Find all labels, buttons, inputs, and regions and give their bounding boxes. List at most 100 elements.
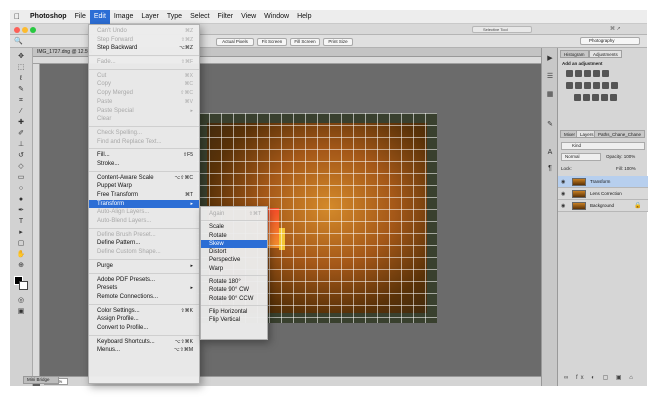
close-icon[interactable] — [14, 26, 20, 33]
menu-item-content-aware-scale[interactable]: Content-Aware Scale ⌥⇧⌘C — [89, 174, 199, 183]
blur-tool-icon[interactable]: ○ — [11, 184, 31, 193]
menu-item-color-settings[interactable]: Color Settings... ⇧⌘K — [89, 307, 199, 316]
quick-mask-icon[interactable]: ◎ — [11, 296, 31, 305]
menu-item-stroke[interactable]: Stroke... — [89, 160, 199, 169]
menu-item-scale[interactable]: Scale — [201, 223, 267, 231]
tab-adjustments[interactable]: Adjustments — [589, 50, 622, 58]
menu-item-rotate-90-cw[interactable]: Rotate 90° CW — [201, 286, 267, 294]
menu-item-puppet-warp[interactable]: Puppet Warp — [89, 182, 199, 191]
zoom-tool-icon[interactable]: 🔍 — [14, 37, 23, 45]
menu-item-flip-horizontal[interactable]: Flip Horizontal — [201, 308, 267, 316]
channel-mixer-icon[interactable] — [602, 82, 609, 89]
menu-item-fill[interactable]: Fill... ⇧F5 — [89, 151, 199, 160]
actual-pixels-button[interactable]: Actual Pixels — [216, 37, 254, 46]
exposure-icon[interactable] — [593, 70, 600, 77]
menu-item-rotate-180[interactable]: Rotate 180° — [201, 278, 267, 286]
layer-kind-filter[interactable]: Kind — [561, 142, 645, 150]
eyedropper-tool-icon[interactable]: ⁄ — [11, 107, 31, 116]
shape-tool-icon[interactable]: ▢ — [11, 239, 31, 248]
menu-select[interactable]: Select — [186, 10, 213, 24]
menu-item-skew[interactable]: Skew — [201, 239, 267, 249]
print-size-button[interactable]: Print Size — [323, 37, 353, 46]
layer-row[interactable]: ◉ Transform — [558, 176, 648, 188]
tab-paths[interactable]: Paths_Chane_Chane — [594, 130, 646, 138]
posterize-icon[interactable] — [583, 94, 590, 101]
menu-item-perspective[interactable]: Perspective — [201, 256, 267, 264]
menu-item-adobe-pdf-presets[interactable]: Adobe PDF Presets... — [89, 276, 199, 285]
workspace-select[interactable]: Photography — [580, 37, 640, 45]
menu-item-presets[interactable]: Presets ▸ — [89, 284, 199, 293]
menu-item-transform[interactable]: Transform ▸ — [89, 199, 199, 209]
history-brush-tool-icon[interactable]: ↺ — [11, 151, 31, 160]
path-select-tool-icon[interactable]: ▸ — [11, 228, 31, 237]
brush-tool-icon[interactable]: ✐ — [11, 129, 31, 138]
pen-tool-icon[interactable]: ✒ — [11, 206, 31, 215]
minimize-icon[interactable] — [22, 26, 28, 33]
levels-icon[interactable] — [575, 70, 582, 77]
menu-item-remote-connections[interactable]: Remote Connections... — [89, 293, 199, 302]
curves-icon[interactable] — [584, 70, 591, 77]
stamp-tool-icon[interactable]: ⊥ — [11, 140, 31, 149]
menu-item-menus[interactable]: Menus... ⌥⇧⌘M — [89, 346, 199, 355]
gradient-map-icon[interactable] — [601, 94, 608, 101]
menu-item-distort[interactable]: Distort — [201, 248, 267, 256]
background-color-swatch[interactable] — [19, 281, 28, 290]
healing-tool-icon[interactable]: ✚ — [11, 118, 31, 127]
layer-actions-bar[interactable]: ∞ fx ◐ ▢ ▣ ⌂ — [564, 374, 636, 381]
type-tool-icon[interactable]: T — [11, 217, 31, 226]
color-balance-icon[interactable] — [575, 82, 582, 89]
eraser-tool-icon[interactable]: ◇ — [11, 162, 31, 171]
eye-icon[interactable]: ◉ — [561, 191, 565, 197]
invert-icon[interactable] — [574, 94, 581, 101]
photo-filter-icon[interactable] — [593, 82, 600, 89]
menu-help[interactable]: Help — [293, 10, 315, 24]
hand-tool-icon[interactable]: ✋ — [11, 250, 31, 259]
mini-bridge-tab[interactable]: Mini Bridge — [23, 376, 59, 384]
fill-screen-button[interactable]: Fill Screen — [290, 37, 320, 46]
blend-mode-select[interactable]: Normal — [561, 153, 601, 161]
marquee-tool-icon[interactable]: ⬚ — [11, 63, 31, 72]
menu-image[interactable]: Image — [110, 10, 137, 24]
menu-filter[interactable]: Filter — [214, 10, 238, 24]
dodge-tool-icon[interactable]: ● — [11, 195, 31, 204]
threshold-icon[interactable] — [592, 94, 599, 101]
opacity-field[interactable]: Opacity: 100% — [606, 154, 635, 159]
menu-type[interactable]: Type — [163, 10, 186, 24]
vibrance-icon[interactable] — [602, 70, 609, 77]
menu-item-warp[interactable]: Warp — [201, 265, 267, 273]
menu-item-rotate[interactable]: Rotate — [201, 232, 267, 240]
lasso-tool-icon[interactable]: ℓ — [11, 74, 31, 83]
fit-screen-button[interactable]: Fit Screen — [257, 37, 287, 46]
menu-window[interactable]: Window — [260, 10, 293, 24]
menu-item-define-pattern[interactable]: Define Pattern... — [89, 239, 199, 248]
zoom-tool-icon-2[interactable]: ⊕ — [11, 261, 31, 270]
menu-item-keyboard-shortcuts[interactable]: Keyboard Shortcuts... ⌥⇧⌘K — [89, 338, 199, 347]
menu-item-convert-to-profile[interactable]: Convert to Profile... — [89, 324, 199, 333]
quick-select-tool-icon[interactable]: ✎ — [11, 85, 31, 94]
eye-icon[interactable]: ◉ — [561, 179, 565, 185]
menu-file[interactable]: File — [71, 10, 90, 24]
layer-row[interactable]: ◉ Lens Correction — [558, 188, 648, 200]
screen-mode-icon[interactable]: ▣ — [11, 307, 31, 316]
window-controls-icon[interactable]: ⌘ ↗ — [610, 26, 621, 32]
apple-icon[interactable]:  — [10, 10, 26, 24]
move-tool-icon[interactable]: ✥ — [11, 52, 31, 61]
menu-item-purge[interactable]: Purge ▸ — [89, 262, 199, 271]
zoom-icon[interactable] — [30, 26, 36, 33]
hue-sat-icon[interactable] — [566, 82, 573, 89]
color-lookup-icon[interactable] — [611, 82, 618, 89]
tab-histogram[interactable]: Histogram — [560, 50, 589, 58]
eye-icon[interactable]: ◉ — [561, 203, 565, 209]
menu-edit[interactable]: Edit — [89, 9, 110, 24]
layer-row[interactable]: ◉ Background 🔒 — [558, 200, 648, 212]
menu-layer[interactable]: Layer — [137, 10, 163, 24]
bw-icon[interactable] — [584, 82, 591, 89]
selective-color-icon[interactable] — [610, 94, 617, 101]
menu-item-assign-profile[interactable]: Assign Profile... — [89, 315, 199, 324]
menu-item-free-transform[interactable]: Free Transform ⌘T — [89, 191, 199, 200]
menu-item-flip-vertical[interactable]: Flip Vertical — [201, 316, 267, 324]
brightness-icon[interactable] — [566, 70, 573, 77]
menu-photoshop[interactable]: Photoshop — [26, 10, 71, 24]
fill-field[interactable]: Fill: 100% — [616, 166, 636, 171]
menu-item-step-backward[interactable]: Step Backward ⌥⌘Z — [89, 44, 199, 53]
